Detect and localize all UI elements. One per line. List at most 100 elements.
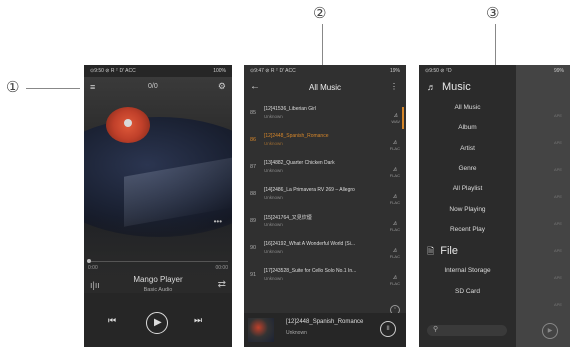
drawer-item-all-playlist[interactable]: All Playlist — [419, 185, 516, 192]
callout-3-line — [495, 24, 496, 66]
drawer-item-internal-storage[interactable]: Internal Storage — [419, 267, 516, 274]
track-row[interactable]: 89 [15]241764_又見炊煙 Unknown ᐃ FLAC — [244, 209, 406, 236]
all-music-screen: ⊙9:47 ⊘ R ᵀ D' ACC 19% ← All Music ⋮ 85 … — [244, 65, 406, 347]
search-icon: ⚲ — [433, 326, 439, 333]
track-format: ᐃ FLAC — [389, 194, 400, 205]
track-row[interactable]: 90 [16]24192_What A Wonderful World (Si.… — [244, 236, 406, 263]
drawer-item-artist[interactable]: Artist — [419, 145, 516, 152]
gear-icon[interactable]: ⚙ — [218, 81, 226, 92]
track-number: 87 — [250, 164, 257, 170]
song-subtitle: Basic Audio — [143, 287, 173, 293]
format-label: APE — [553, 194, 562, 199]
navigation-drawer: ⊙9:50 ⊘ ᵀD 99% ♬ Music All Music Album Ar… — [419, 65, 564, 347]
format-label: APE — [553, 302, 562, 307]
drawer-item-sd-card[interactable]: SD Card — [419, 288, 516, 295]
format-label: APE — [553, 113, 562, 118]
music-note-icon: ♬ — [427, 82, 436, 92]
track-artist: Unknown — [264, 141, 283, 146]
vinyl-spindle — [124, 119, 132, 127]
track-name: [12]2448_Spanish_Romance — [264, 133, 329, 139]
more-icon[interactable]: ••• — [214, 217, 222, 226]
track-row[interactable]: 87 [13]4882_Quarter Chicken Dark Unknown… — [244, 155, 406, 182]
track-number: 86 — [250, 137, 257, 143]
status-left: ⊙9:47 ⊘ R ᵀ D' ACC — [250, 68, 296, 74]
callout-1-line — [26, 88, 80, 89]
track-row[interactable]: 88 [14]2486_La Primavera RV 269 – Allegr… — [244, 182, 406, 209]
track-number: 85 — [250, 110, 257, 116]
status-left: ⊙9:50 ⊘ R ᵀ D' ACC — [90, 68, 136, 74]
track-format: ᐃ FLAC — [389, 167, 400, 178]
drawer-item-recent-play[interactable]: Recent Play — [419, 226, 516, 233]
track-format: ᐃ FLAC — [389, 140, 400, 151]
track-number: 88 — [250, 191, 257, 197]
play-button[interactable]: ▶ — [542, 323, 558, 339]
status-bar: ⊙9:50 ⊘ ᵀD 99% — [419, 65, 570, 77]
now-playing-bar[interactable]: [12]2448_Spanish_Romance Unknown II — [244, 313, 406, 347]
format-label: APE — [553, 275, 562, 280]
track-format: ᐃ FLAC — [389, 248, 400, 259]
time-total: 00:00 — [215, 265, 228, 271]
pause-icon: II — [386, 326, 390, 332]
previous-icon[interactable]: ⏮ — [108, 315, 116, 326]
pause-button[interactable]: II — [380, 321, 396, 337]
track-format: ᐃ FLAC — [389, 275, 400, 286]
next-icon[interactable]: ⏭ — [194, 315, 202, 326]
track-number: 90 — [250, 245, 257, 251]
track-name: [13]4882_Quarter Chicken Dark — [264, 160, 335, 166]
drawer-screen: APE APE APE APE APE APE APE APE ▶ ⊙9:50 … — [419, 65, 570, 347]
track-count: 0/0 — [148, 83, 158, 90]
track-row[interactable]: 91 [17]243528_Suite for Cello Solo No.1 … — [244, 263, 406, 290]
list-title: All Music — [308, 83, 341, 92]
track-format: ᐃ FLAC — [389, 221, 400, 232]
track-format: ᐃ WAV — [391, 113, 400, 124]
time-elapsed: 0:00 — [88, 265, 98, 271]
file-icon: 🗎 — [427, 246, 435, 256]
drawer-item-now-playing[interactable]: Now Playing — [419, 206, 516, 213]
player-screen: ⊙9:50 ⊘ R ᵀ D' ACC 100% ≡ 0/0 ⚙ ••• 0:00… — [84, 65, 232, 347]
track-artist: Unknown — [264, 249, 283, 254]
track-artist: Unknown — [264, 276, 283, 281]
format-label: APE — [553, 248, 562, 253]
song-title: Mango Player — [133, 275, 183, 284]
list-header: ← All Music ⋮ — [244, 77, 406, 99]
status-right: 19% — [389, 68, 400, 74]
background-list: APE APE APE APE APE APE APE APE ▶ — [516, 65, 570, 347]
drawer-item-all-music[interactable]: All Music — [419, 104, 516, 111]
track-row[interactable]: 85 [12]41536_Liberian Girl Unknown ᐃ WAV — [244, 101, 406, 128]
callout-2-line — [322, 24, 323, 66]
shuffle-icon[interactable]: ⇄ — [218, 279, 226, 290]
play-icon: ▶ — [154, 317, 162, 328]
music-section-header: ♬ Music — [427, 81, 471, 93]
drawer-item-album[interactable]: Album — [419, 124, 516, 131]
more-vert-icon[interactable]: ⋮ — [390, 82, 398, 91]
callout-1: ① — [6, 78, 20, 96]
play-button[interactable]: ▶ — [146, 312, 168, 334]
search-input[interactable]: ⚲ — [427, 325, 507, 336]
callout-3: ③ — [486, 4, 500, 22]
status-right: 99% — [553, 68, 564, 74]
track-artist: Unknown — [264, 168, 283, 173]
player-topbar: ≡ 0/0 ⚙ — [84, 79, 232, 95]
file-section-label: File — [440, 245, 458, 257]
progress-bar[interactable] — [87, 259, 228, 263]
status-bar: ⊙9:50 ⊘ R ᵀ D' ACC 100% — [84, 65, 232, 77]
progress-knob[interactable] — [87, 259, 91, 263]
music-section-label: Music — [442, 81, 471, 93]
track-artist: Unknown — [264, 114, 283, 119]
now-playing-title: [12]2448_Spanish_Romance — [286, 319, 364, 325]
track-number: 91 — [250, 272, 257, 278]
format-label: APE — [553, 140, 562, 145]
track-name: [15]241764_又見炊煙 — [264, 215, 312, 221]
play-icon: ▶ — [547, 328, 553, 334]
format-label: APE — [553, 167, 562, 172]
now-playing-thumbnail — [248, 318, 274, 342]
status-left: ⊙9:50 ⊘ ᵀD — [425, 68, 452, 74]
drawer-item-genre[interactable]: Genre — [419, 165, 516, 172]
track-number: 89 — [250, 218, 257, 224]
now-playing-artist: Unknown — [286, 330, 307, 336]
track-row[interactable]: 86 [12]2448_Spanish_Romance Unknown ᐃ FLA… — [244, 128, 406, 155]
track-name: [14]2486_La Primavera RV 269 – Allegro — [264, 187, 355, 193]
track-artist: Unknown — [264, 222, 283, 227]
track-artist: Unknown — [264, 195, 283, 200]
menu-icon[interactable]: ≡ — [90, 82, 95, 92]
